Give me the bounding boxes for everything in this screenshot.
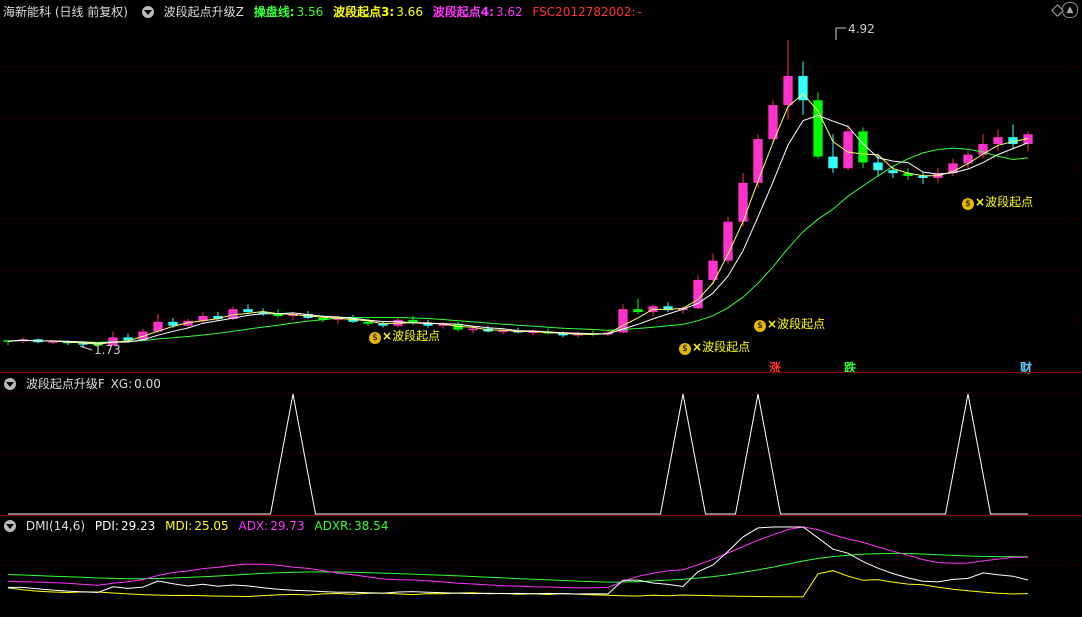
candlestick-chart bbox=[0, 27, 1082, 351]
adxr-line bbox=[7, 552, 1028, 583]
candle-body[interactable] bbox=[888, 170, 898, 174]
candle-body[interactable] bbox=[243, 309, 253, 313]
ma-white-line bbox=[7, 114, 1029, 344]
candle-body[interactable] bbox=[918, 176, 928, 178]
candle-body[interactable] bbox=[993, 137, 1003, 144]
candle-body[interactable] bbox=[753, 139, 763, 183]
candle-body[interactable] bbox=[468, 328, 478, 331]
sub1-grid bbox=[0, 393, 1082, 455]
signal-label: $ ×波段起点 bbox=[962, 193, 1033, 210]
candle-body[interactable] bbox=[828, 156, 838, 169]
candle-body[interactable] bbox=[693, 280, 703, 309]
money-bag-icon: $ bbox=[962, 198, 974, 210]
signal-label: $ ×波段起点 bbox=[754, 315, 825, 332]
low-leader bbox=[79, 345, 93, 351]
money-bag-icon: $ bbox=[679, 343, 691, 355]
pdi-line bbox=[8, 526, 1029, 595]
signal-label: $ ×波段起点 bbox=[369, 327, 440, 344]
signal-label: $ ×波段起点 bbox=[679, 338, 750, 355]
candle-body[interactable] bbox=[873, 162, 883, 171]
signal-text: 波段起点 bbox=[985, 195, 1034, 209]
candle-body[interactable] bbox=[738, 182, 748, 222]
low-price-label: 1.73 bbox=[94, 343, 121, 357]
ma-green-line bbox=[7, 147, 1029, 343]
candle-body[interactable] bbox=[783, 75, 793, 106]
xg-chart bbox=[0, 393, 1082, 515]
main-grid bbox=[0, 66, 1082, 321]
money-bag-icon: $ bbox=[754, 320, 766, 332]
dmi-chart bbox=[0, 526, 1082, 598]
candle-body[interactable] bbox=[633, 309, 643, 313]
panel-divider bbox=[0, 372, 1082, 373]
signal-text: 波段起点 bbox=[777, 317, 826, 331]
high-price-label: 4.92 bbox=[848, 22, 875, 36]
money-bag-icon: $ bbox=[369, 332, 381, 344]
signal-text: 波段起点 bbox=[392, 329, 441, 343]
candle-body[interactable] bbox=[363, 321, 373, 324]
candle-body[interactable] bbox=[813, 100, 823, 157]
signal-text: 波段起点 bbox=[702, 340, 751, 354]
